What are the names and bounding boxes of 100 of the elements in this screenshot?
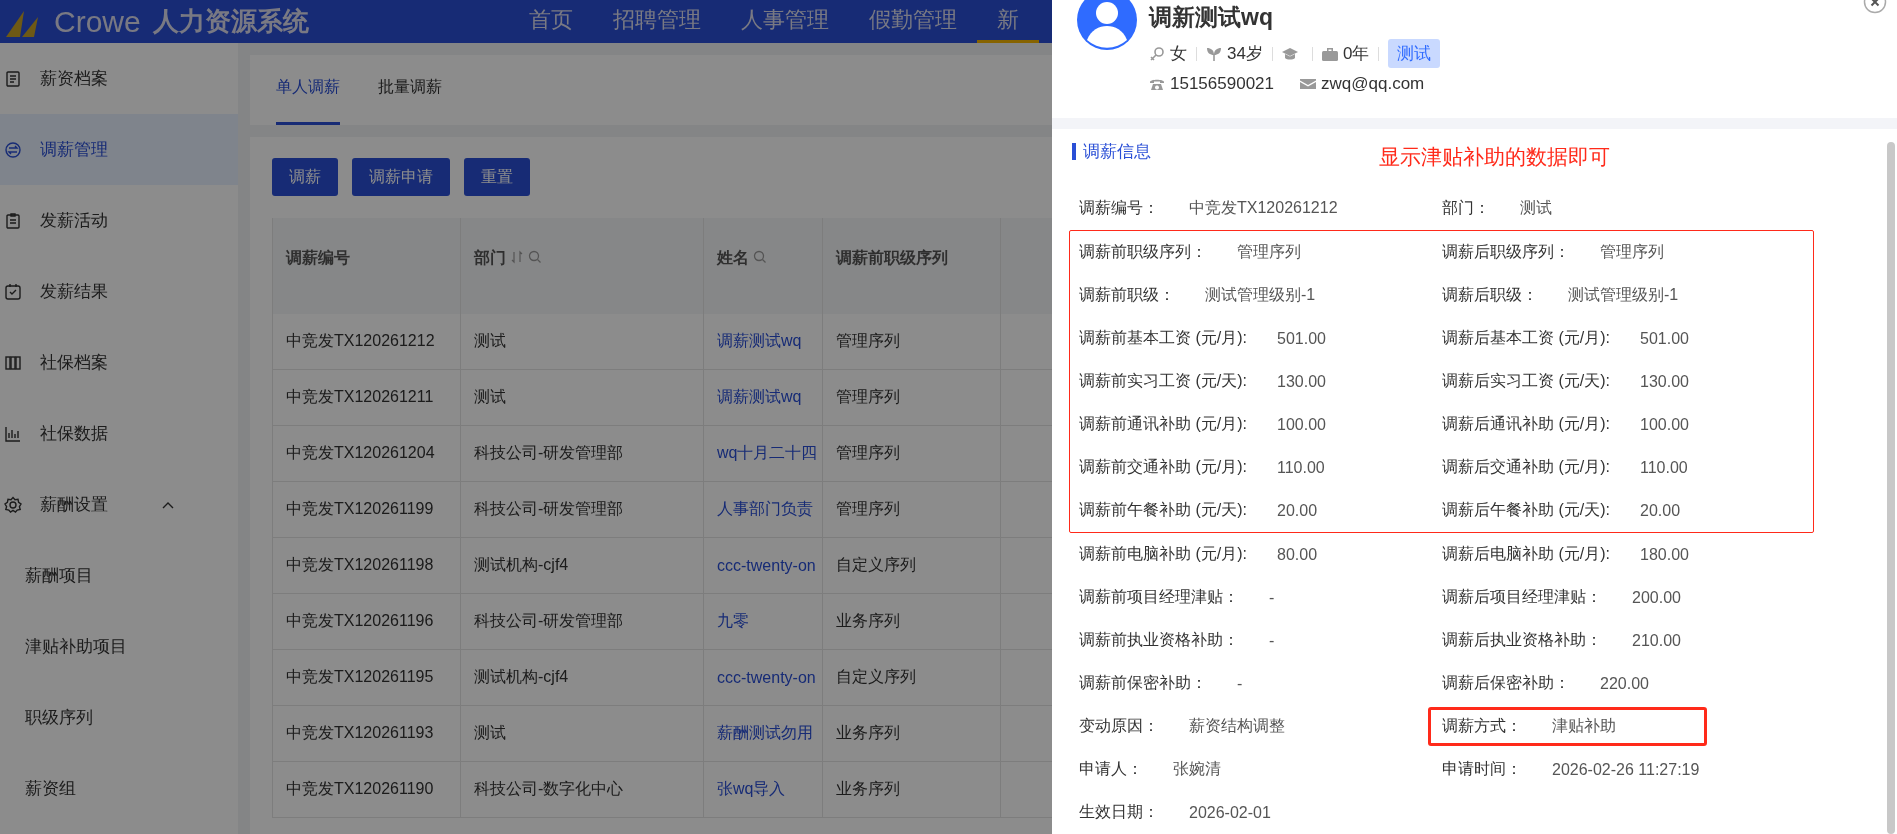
sidebar-item[interactable]: 社保档案 [0,327,238,398]
table-cell-text: 科技公司-数字化中心 [474,779,624,799]
nav-item[interactable]: 新 [976,0,1039,43]
doc-icon [4,69,22,88]
action-button[interactable]: 重置 [464,158,530,196]
tab[interactable]: 批量调薪 [378,77,442,125]
name-link[interactable]: ccc-twenty-on [717,668,816,687]
nav-item[interactable]: 假勤管理 [848,0,977,43]
experience-text: 0年 [1342,43,1370,65]
sidebar-item[interactable]: 津贴补助项目 [0,611,238,682]
table-cell-text: 测试 [474,387,506,407]
field-label: 调薪后午餐补助 (元/天): [1442,500,1610,520]
name-link[interactable]: ccc-twenty-on [717,556,816,575]
field-value: 薪资结构调整 [1189,716,1285,736]
field-value: 130.00 [1277,372,1326,391]
search-icon[interactable] [528,250,542,264]
grid-icon [4,353,22,372]
sidebar-item[interactable]: 发薪结果 [0,256,238,327]
clip-icon [4,211,22,230]
tab[interactable]: 单人调薪 [276,77,340,125]
field-value: 100.00 [1640,415,1689,434]
nav-item[interactable]: 首页 [508,0,593,43]
sprout-icon [1206,45,1222,62]
field-label: 调薪前基本工资 (元/月): [1079,328,1247,348]
field-value: - [1269,631,1275,650]
field-value: 测试管理级别-1 [1205,285,1316,305]
table-cell-text: 管理序列 [836,499,900,519]
table-cell-text: 中竞发TX120261212 [286,331,435,351]
field-value: 130.00 [1640,372,1689,391]
name-link[interactable]: 调薪测试wq [717,331,802,352]
field-label: 调薪后执业资格补助： [1442,630,1602,650]
field-label: 调薪后项目经理津贴： [1442,587,1602,607]
table-cell-text: 中竞发TX120261198 [286,555,434,575]
sort-icon[interactable] [510,250,524,264]
field-value: 501.00 [1640,329,1689,348]
field-label: 调薪后交通补助 (元/月): [1442,457,1610,477]
gender-text: 女 [1170,43,1187,65]
column-header: 调薪前职级序列 [836,248,948,268]
scrollbar-thumb[interactable] [1887,142,1895,834]
sidebar-item[interactable]: 职级序列 [0,682,238,753]
field-value: 20.00 [1277,501,1318,520]
gender-icon [1149,45,1165,62]
check-icon [4,282,22,301]
sidebar-item[interactable]: 薪酬设置 [0,469,238,540]
table-cell-text: 测试机构-cjf4 [474,555,569,575]
field-label: 调薪前通讯补助 (元/月): [1079,414,1247,434]
field-value: 501.00 [1277,329,1326,348]
action-button[interactable]: 调薪申请 [352,158,450,196]
name-link[interactable]: wq十月二十四 [717,443,818,464]
field-label: 调薪方式： [1442,716,1522,736]
field-label: 调薪后保密补助： [1442,673,1570,693]
name-link[interactable]: 九零 [717,611,749,632]
phone-number: 15156590021 [1170,74,1274,94]
nav-item[interactable]: 人事管理 [720,0,849,43]
sidebar-item[interactable]: 薪资档案 [0,43,238,114]
sidebar-item[interactable]: 社保数据 [0,398,238,469]
field-value: - [1237,674,1243,693]
table-cell-text: 中竞发TX120261193 [286,723,434,743]
mail-icon [1300,76,1316,92]
table-cell-text: 测试 [474,723,506,743]
table-cell-text: 科技公司-研发管理部 [474,499,624,519]
name-link[interactable]: 调薪测试wq [717,387,802,408]
field-label: 申请时间： [1442,759,1522,779]
action-button[interactable]: 调薪 [272,158,338,196]
field-value: 张婉清 [1173,759,1221,779]
column-header: 姓名 [717,248,749,268]
sidebar-item[interactable]: 发薪活动 [0,185,238,256]
nav-item[interactable]: 招聘管理 [592,0,721,43]
table-cell-text: 业务序列 [836,611,900,631]
field-value: 中竞发TX120261212 [1189,198,1338,218]
table-cell-text: 中竞发TX120261204 [286,443,435,463]
sidebar-item[interactable]: 调薪管理 [0,114,238,185]
field-label: 调薪前职级： [1079,285,1175,305]
table-cell-text: 管理序列 [836,387,900,407]
table-cell-text: 中竞发TX120261199 [286,499,434,519]
field-label: 调薪前执业资格补助： [1079,630,1239,650]
name-link[interactable]: 人事部门负责 [717,499,813,520]
field-label: 调薪前交通补助 (元/月): [1079,457,1247,477]
table-cell-text: 业务序列 [836,779,900,799]
sidebar-item[interactable]: 薪资组 [0,753,238,824]
field-label: 调薪后职级： [1442,285,1538,305]
sidebar-item[interactable]: 薪酬项目 [0,540,238,611]
table-cell-text: 管理序列 [836,443,900,463]
table-cell-text: 中竞发TX120261196 [286,611,434,631]
field-label: 生效日期： [1079,802,1159,822]
field-label: 调薪后电脑补助 (元/月): [1442,544,1610,564]
field-label: 调薪编号： [1079,198,1159,218]
field-value: 200.00 [1632,588,1681,607]
age-text: 34岁 [1227,43,1263,65]
graduation-cap-icon [1281,45,1298,62]
name-link[interactable]: 薪酬测试勿用 [717,723,813,744]
name-link[interactable]: 张wq导入 [717,779,786,800]
email-address: zwq@qq.com [1321,74,1425,94]
bars-icon [4,424,22,443]
department-tag: 测试 [1388,39,1441,68]
search-icon[interactable] [753,250,767,264]
field-value: 80.00 [1277,545,1318,564]
field-label: 调薪后实习工资 (元/天): [1442,371,1610,391]
table-cell-text: 自定义序列 [836,555,916,575]
system-name: 人力资源系统 [152,5,309,38]
